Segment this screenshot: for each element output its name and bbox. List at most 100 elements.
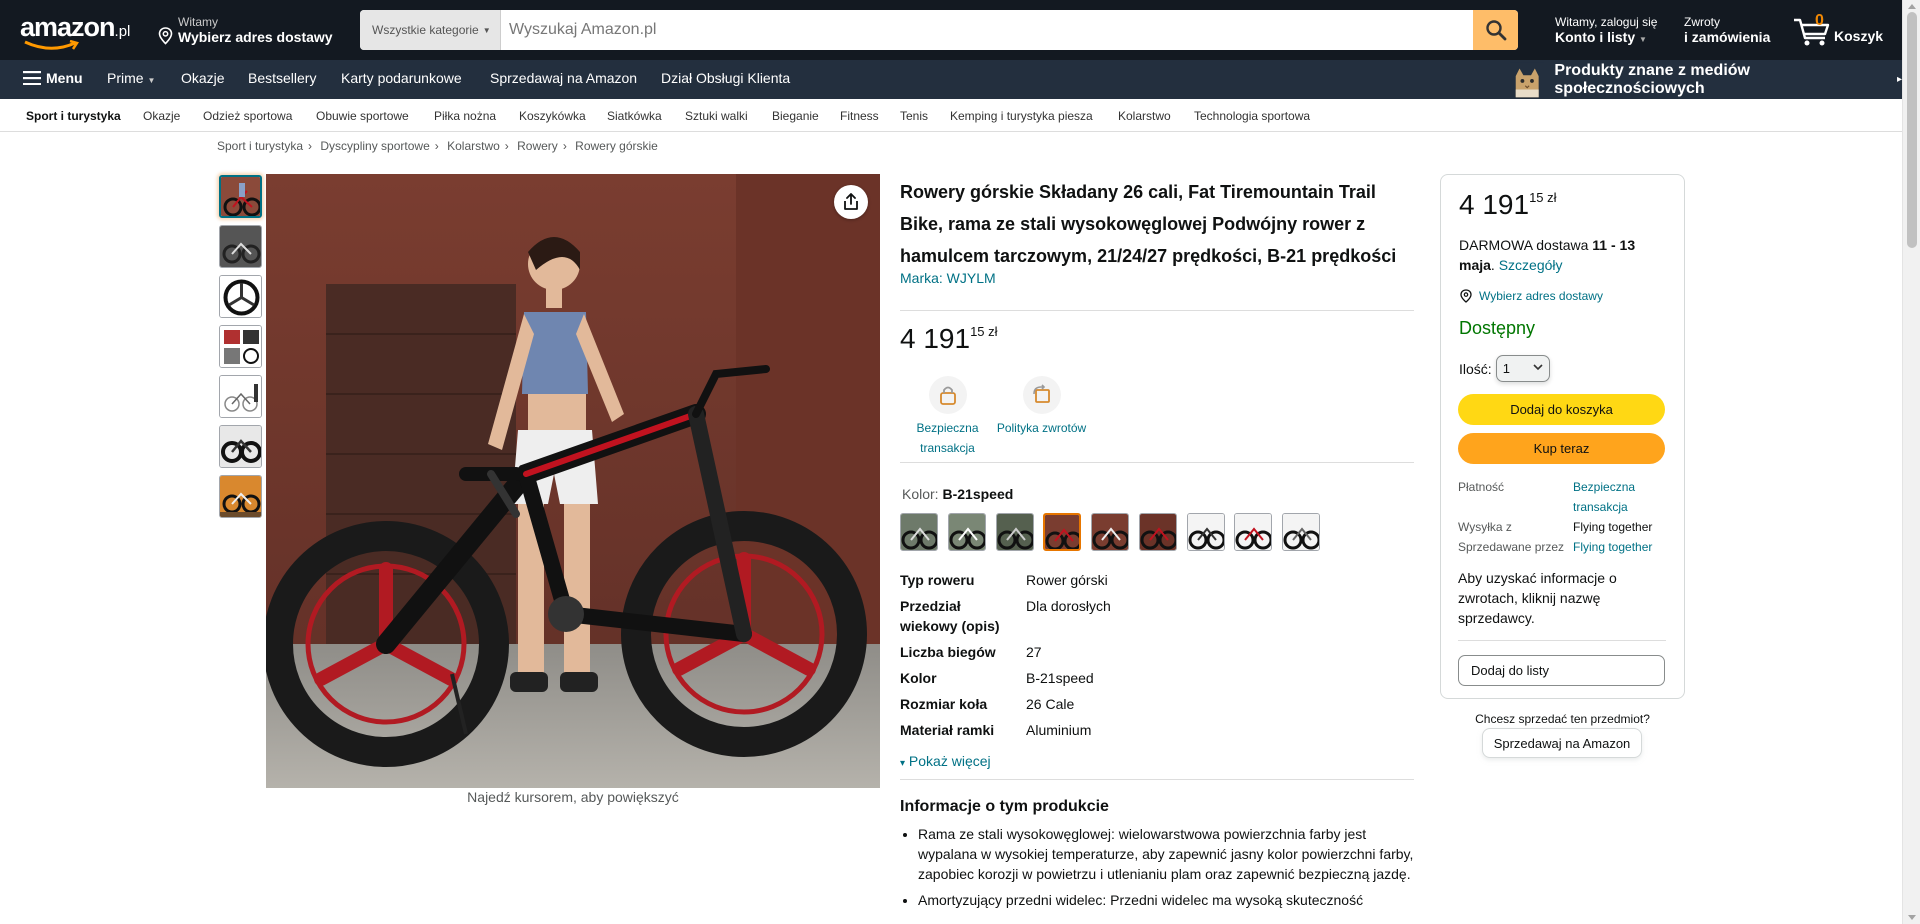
payment-value-link[interactable]: Bezpieczna transakcja [1573, 477, 1673, 517]
promo-banner[interactable]: Produkty znane z mediów społecznościowyc… [1510, 60, 1902, 99]
bike-thumb-icon [220, 426, 261, 467]
delivery-prefix: DARMOWA dostawa [1459, 237, 1589, 253]
color-swatch-1[interactable] [900, 513, 938, 551]
quantity-dropdown[interactable]: 1 [1495, 355, 1550, 382]
thumbnail-1[interactable] [219, 175, 262, 218]
spec-key: Liczba biegów [900, 644, 996, 660]
nav-item-gift-cards[interactable]: Karty podarunkowe [341, 70, 462, 86]
nav-item-okazje[interactable]: Okazje [181, 70, 225, 86]
search-category-dropdown[interactable]: Wszystkie kategorie ▼ [360, 10, 501, 50]
breadcrumb-item[interactable]: Sport i turystyka [217, 139, 303, 153]
thumbnail-3[interactable] [219, 275, 262, 318]
scrollbar-thumb[interactable] [1907, 12, 1917, 248]
color-swatch-2[interactable] [948, 513, 986, 551]
subnav-pilka-nozna[interactable]: Piłka nożna [434, 109, 496, 123]
returns-orders[interactable]: Zwroty i zamówienia [1684, 15, 1770, 45]
scroll-down-arrow-icon[interactable] [1908, 915, 1916, 920]
breadcrumb-item[interactable]: Kolarstwo [447, 139, 500, 153]
brand-link[interactable]: Marka: WJYLM [900, 270, 1414, 286]
color-swatch-4-selected[interactable] [1043, 513, 1081, 551]
subnav-siatkowka[interactable]: Siatkówka [607, 109, 662, 123]
subnav-bieganie[interactable]: Bieganie [772, 109, 819, 123]
page-scrollbar[interactable] [1902, 0, 1920, 924]
nav-item-sell[interactable]: Sprzedawaj na Amazon [490, 70, 637, 86]
orders-label: i zamówienia [1684, 29, 1771, 45]
logo-text: amazon [20, 12, 116, 42]
deliver-to[interactable]: Witamy Wybierz adres dostawy [158, 15, 333, 45]
delivery-details-link[interactable]: Szczegóły [1499, 257, 1563, 273]
hamburger-icon [23, 71, 41, 85]
show-more-link[interactable]: ▾ Pokaż więcej [900, 753, 991, 769]
color-label: Kolor: B-21speed [902, 486, 1013, 502]
thumbnail-5[interactable] [219, 375, 262, 418]
color-swatch-7[interactable] [1187, 513, 1225, 551]
product-price: 4 19115 zł [900, 323, 998, 355]
choose-address-link[interactable]: Wybierz adres dostawy [1459, 289, 1603, 303]
share-button[interactable] [834, 185, 868, 219]
return-box-icon [1022, 376, 1061, 414]
nav-item-prime[interactable]: Prime ▼ [107, 70, 155, 86]
swatch-bike-icon [1283, 514, 1319, 550]
sold-by-link[interactable]: Flying together [1573, 537, 1673, 557]
badge-label: Polityka zwrotów [996, 421, 1087, 435]
search-icon [1485, 20, 1506, 41]
divider [900, 462, 1414, 463]
sold-by-key: Sprzedawane przez [1458, 540, 1565, 554]
subnav-kolarstwo[interactable]: Kolarstwo [1118, 109, 1171, 123]
breadcrumb-item[interactable]: Dyscypliny sportowe [320, 139, 429, 153]
breadcrumb-item[interactable]: Rowery [517, 139, 558, 153]
thumbnail-6[interactable] [219, 425, 262, 468]
color-swatch-6[interactable] [1139, 513, 1177, 551]
product-main-image[interactable] [266, 174, 880, 788]
search-input[interactable] [501, 10, 1473, 50]
subnav-sztuki-walki[interactable]: Sztuki walki [685, 109, 748, 123]
subnav-koszykowka[interactable]: Koszykówka [519, 109, 586, 123]
amazon-logo[interactable]: amazon.pl [20, 12, 140, 50]
add-to-cart-button[interactable]: Dodaj do koszyka [1458, 394, 1665, 425]
hamburger-menu[interactable]: Menu [23, 70, 83, 86]
cart-button[interactable]: 0 Koszyk [1792, 12, 1887, 48]
buy-now-button[interactable]: Kup teraz [1458, 433, 1665, 464]
color-swatch-3[interactable] [996, 513, 1034, 551]
returns-info: Aby uzyskać informacje o zwrotach, klikn… [1458, 570, 1617, 626]
chevron-down-icon [1533, 364, 1543, 371]
subnav-kemping[interactable]: Kemping i turystyka piesza [950, 109, 1093, 123]
delivery-info: DARMOWA dostawa 11 - 13 maja. Szczegóły [1459, 237, 1636, 273]
returns-policy-badge[interactable]: Polityka zwrotów [994, 376, 1089, 438]
subnav-odziez[interactable]: Odzież sportowa [203, 109, 292, 123]
bike-thumb-icon [220, 226, 261, 267]
about-bullet: Amortyzujący przedni widelec: Przedni wi… [918, 890, 1414, 910]
subnav-okazje[interactable]: Okazje [143, 109, 180, 123]
color-swatch-5[interactable] [1091, 513, 1129, 551]
color-swatch-8[interactable] [1234, 513, 1272, 551]
sell-on-amazon-button[interactable]: Sprzedawaj na Amazon [1482, 728, 1642, 758]
buy-box: 4 19115 zł DARMOWA dostawa 11 - 13 maja.… [1440, 174, 1685, 699]
search-category-label: Wszystkie kategorie [372, 23, 479, 37]
subnav-sport-turystyka[interactable]: Sport i turystyka [26, 109, 121, 123]
cart-icon [1794, 18, 1830, 46]
about-bullet: Rama ze stali wysokowęglowej: wielowarst… [918, 824, 1414, 884]
color-swatch-9[interactable] [1282, 513, 1320, 551]
ships-from-value: Flying together [1573, 520, 1653, 534]
product-details: Rowery górskie Składany 26 cali, Fat Tir… [900, 176, 1414, 286]
subnav-technologia[interactable]: Technologia sportowa [1194, 109, 1310, 123]
secure-transaction-badge[interactable]: Bezpieczna transakcja [900, 376, 995, 458]
thumbnail-4[interactable] [219, 325, 262, 368]
quantity-selector: Ilość: 1 [1459, 355, 1550, 382]
thumbnail-7[interactable] [219, 475, 262, 518]
add-to-list-button[interactable]: Dodaj do listy [1458, 655, 1665, 686]
subnav-fitness[interactable]: Fitness [840, 109, 879, 123]
cat-promo-image [1510, 62, 1545, 97]
account-label: Konto i listy [1555, 29, 1636, 45]
subnav-obuwie[interactable]: Obuwie sportowe [316, 109, 409, 123]
breadcrumb-item[interactable]: Rowery górskie [575, 139, 658, 153]
stock-status: Dostępny [1459, 318, 1536, 338]
subnav-tenis[interactable]: Tenis [900, 109, 928, 123]
scroll-up-arrow-icon[interactable] [1908, 4, 1916, 9]
swatch-bike-icon [949, 514, 985, 550]
search-button[interactable] [1473, 10, 1518, 50]
nav-item-customer-service[interactable]: Dział Obsługi Klienta [661, 70, 790, 86]
thumbnail-2[interactable] [219, 225, 262, 268]
account-lists[interactable]: Witamy, zaloguj się Konto i listy ▼ [1555, 15, 1657, 47]
nav-item-bestsellery[interactable]: Bestsellery [248, 70, 316, 86]
